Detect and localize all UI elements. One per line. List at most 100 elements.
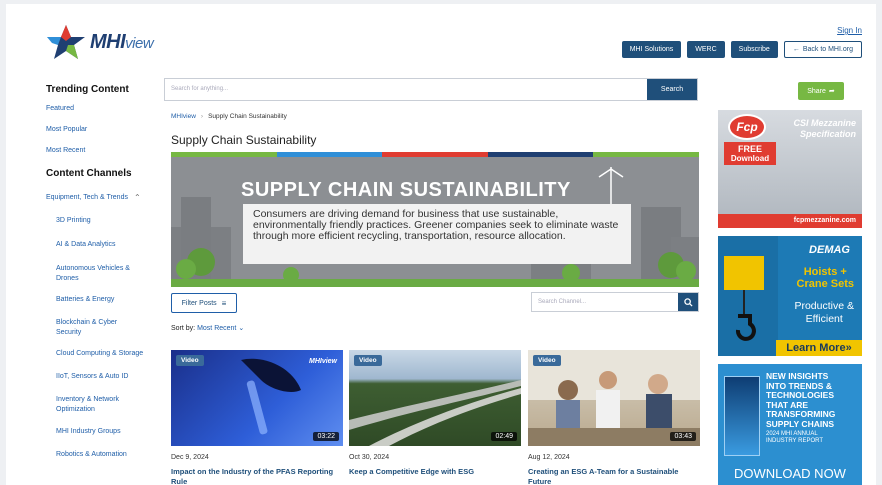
subscribe-button[interactable]: Subscribe (730, 41, 778, 58)
sort-dropdown[interactable]: Most Recent ⌄ (197, 325, 244, 332)
thumbnail-watermark: MHIview (308, 358, 337, 365)
card-date: Dec 9, 2024 (171, 454, 209, 461)
back-to-mhi-button[interactable]: ← Back to MHI.org (783, 41, 862, 58)
demag-line-3: Productive & (794, 300, 854, 312)
sidebar-item-iiot[interactable]: IIoT, Sensors & Auto ID (56, 372, 156, 382)
video-badge: Video (354, 355, 382, 366)
video-thumbnail[interactable]: Video 03:43 (528, 350, 700, 446)
sidebar: Trending Content Featured Most Popular M… (46, 84, 156, 460)
video-card[interactable]: Video 03:43 Aug 12, 2024 Creating an ESG… (528, 350, 700, 485)
werc-button[interactable]: WERC (687, 41, 725, 58)
sidebar-item-3d-printing[interactable]: 3D Printing (56, 216, 156, 226)
card-title[interactable]: Impact on the Industry of the PFAS Repor… (171, 467, 343, 485)
card-date: Oct 30, 2024 (349, 454, 390, 461)
sidebar-item-ai-data[interactable]: AI & Data Analytics (56, 240, 156, 250)
video-thumbnail[interactable]: Video 02:49 (349, 350, 521, 446)
download-now-button[interactable]: DOWNLOAD NOW (718, 466, 862, 481)
header-buttons: MHI Solutions WERC Subscribe ← Back to MH… (621, 41, 862, 58)
sidebar-item-blockchain[interactable]: Blockchain & Cyber Security (56, 318, 138, 338)
filter-posts-label: Filter Posts (181, 299, 217, 307)
fcp-free-badge: FREE Download (724, 142, 776, 165)
sidebar-item-most-recent[interactable]: Most Recent (46, 147, 156, 154)
sidebar-item-most-popular[interactable]: Most Popular (46, 126, 156, 133)
demag-ad[interactable]: DEMAG Hoists + Crane Sets Productive & E… (718, 236, 862, 356)
fcp-heading-line-1: CSI Mezzanine (793, 118, 856, 128)
sort-by-label: Sort by: (171, 325, 196, 332)
chevron-up-icon: ⌃ (133, 193, 141, 202)
sidebar-item-cloud-computing[interactable]: Cloud Computing & Storage (56, 349, 158, 359)
logo-suffix: view (125, 34, 154, 52)
report-cover-image (724, 376, 760, 456)
share-label: Share (807, 87, 826, 95)
video-badge: Video (176, 355, 204, 366)
video-badge: Video (533, 355, 561, 366)
search-input[interactable]: Search for anything... (165, 79, 647, 100)
report-headline: NEW INSIGHTS INTO TRENDS & TECHNOLOGIES … (766, 371, 835, 445)
fcp-heading-line-2: Specification (799, 129, 856, 139)
filter-posts-button[interactable]: Filter Posts ≡ (171, 293, 237, 313)
demag-line-2: Crane Sets (796, 278, 854, 290)
sidebar-item-featured[interactable]: Featured (46, 105, 156, 112)
hero-banner: SUPPLY CHAIN SUSTAINABILITY Consumers ar… (171, 157, 699, 287)
page: MHIview Sign In MHI Solutions WERC Subsc… (6, 4, 876, 485)
sidebar-item-autonomous-vehicles[interactable]: Autonomous Vehicles & Drones (56, 264, 146, 284)
chevron-down-icon: ⌄ (238, 325, 245, 332)
demag-headline: Hoists + Crane Sets (797, 266, 854, 290)
site-search: Search for anything... Search (164, 78, 698, 101)
channel-search: Search Channel... (531, 292, 699, 312)
video-card[interactable]: Video MHIview 03:22 Dec 9, 2024 Impact o… (171, 350, 343, 485)
search-button[interactable]: Search (647, 79, 697, 100)
arrow-left-icon: ← (792, 46, 800, 53)
mhiview-logo[interactable]: MHIview (46, 24, 154, 60)
demag-line-1: Hoists + (803, 266, 847, 278)
demag-learn-more-button[interactable]: Learn More» (776, 340, 862, 356)
sort-by: Sort by: Most Recent ⌄ (171, 324, 244, 332)
channels-heading: Content Channels (46, 168, 132, 179)
channel-search-button[interactable] (678, 293, 698, 311)
fcp-ad[interactable]: Fcp FREE Download CSI Mezzanine Specific… (718, 110, 862, 228)
sidebar-item-mhi-industry-groups[interactable]: MHI Industry Groups (56, 427, 156, 437)
sidebar-item-batteries[interactable]: Batteries & Energy (56, 295, 156, 305)
breadcrumb-current: Supply Chain Sustainability (208, 113, 287, 120)
share-arrow-icon: ➦ (828, 88, 835, 95)
report-line-6: SUPPLY CHAINS (766, 418, 835, 429)
crane-hook-icon (718, 236, 778, 356)
fcp-heading: CSI Mezzanine Specification (793, 118, 856, 140)
demag-line-4: Efficient (805, 313, 843, 325)
banner-title: SUPPLY CHAIN SUSTAINABILITY (241, 179, 571, 201)
fcp-download-text: Download (730, 154, 770, 163)
trending-heading: Trending Content (46, 84, 129, 95)
demag-cta: Learn More (786, 342, 846, 354)
star-logo-icon (47, 25, 85, 59)
logo-text: MHI (90, 30, 126, 53)
sort-value: Most Recent (197, 325, 237, 332)
demag-brand: DEMAG (809, 244, 850, 256)
page-title: Supply Chain Sustainability (171, 133, 317, 147)
fcp-logo-text: Fcp (736, 120, 758, 134)
video-duration: 03:22 (313, 432, 339, 441)
breadcrumb-separator-icon: › (200, 113, 204, 120)
double-chevron-icon: » (845, 342, 852, 354)
demag-tagline: Productive & Efficient (794, 300, 854, 326)
mhi-report-ad[interactable]: NEW INSIGHTS INTO TRENDS & TECHNOLOGIES … (718, 364, 862, 485)
search-icon (683, 297, 693, 307)
sign-in-link[interactable]: Sign In (837, 26, 862, 35)
breadcrumb: MHIview › Supply Chain Sustainability (171, 113, 287, 120)
card-title[interactable]: Keep a Competitive Edge with ESG (349, 467, 521, 477)
filter-lines-icon: ≡ (221, 298, 227, 308)
channel-search-input[interactable]: Search Channel... (532, 293, 678, 311)
channel-group-equipment[interactable]: Equipment, Tech & Trends ⌃ (46, 193, 156, 202)
card-title[interactable]: Creating an ESG A-Team for a Sustainable… (528, 467, 700, 485)
banner-text: Consumers are driving demand for busines… (243, 204, 631, 264)
share-button[interactable]: Share ➦ (798, 82, 844, 100)
mhi-solutions-button[interactable]: MHI Solutions (621, 41, 682, 58)
channel-group-label: Equipment, Tech & Trends (46, 194, 128, 201)
video-thumbnail[interactable]: Video MHIview 03:22 (171, 350, 343, 446)
breadcrumb-root[interactable]: MHIview (171, 113, 196, 120)
fcp-url: fcpmezzanine.com (718, 214, 862, 228)
sidebar-item-inventory[interactable]: Inventory & Network Optimization (56, 395, 136, 415)
back-to-mhi-label: Back to MHI.org (802, 46, 853, 53)
sidebar-item-robotics[interactable]: Robotics & Automation (56, 450, 156, 460)
video-duration: 03:43 (670, 432, 696, 441)
video-card[interactable]: Video 02:49 Oct 30, 2024 Keep a Competit… (349, 350, 521, 477)
